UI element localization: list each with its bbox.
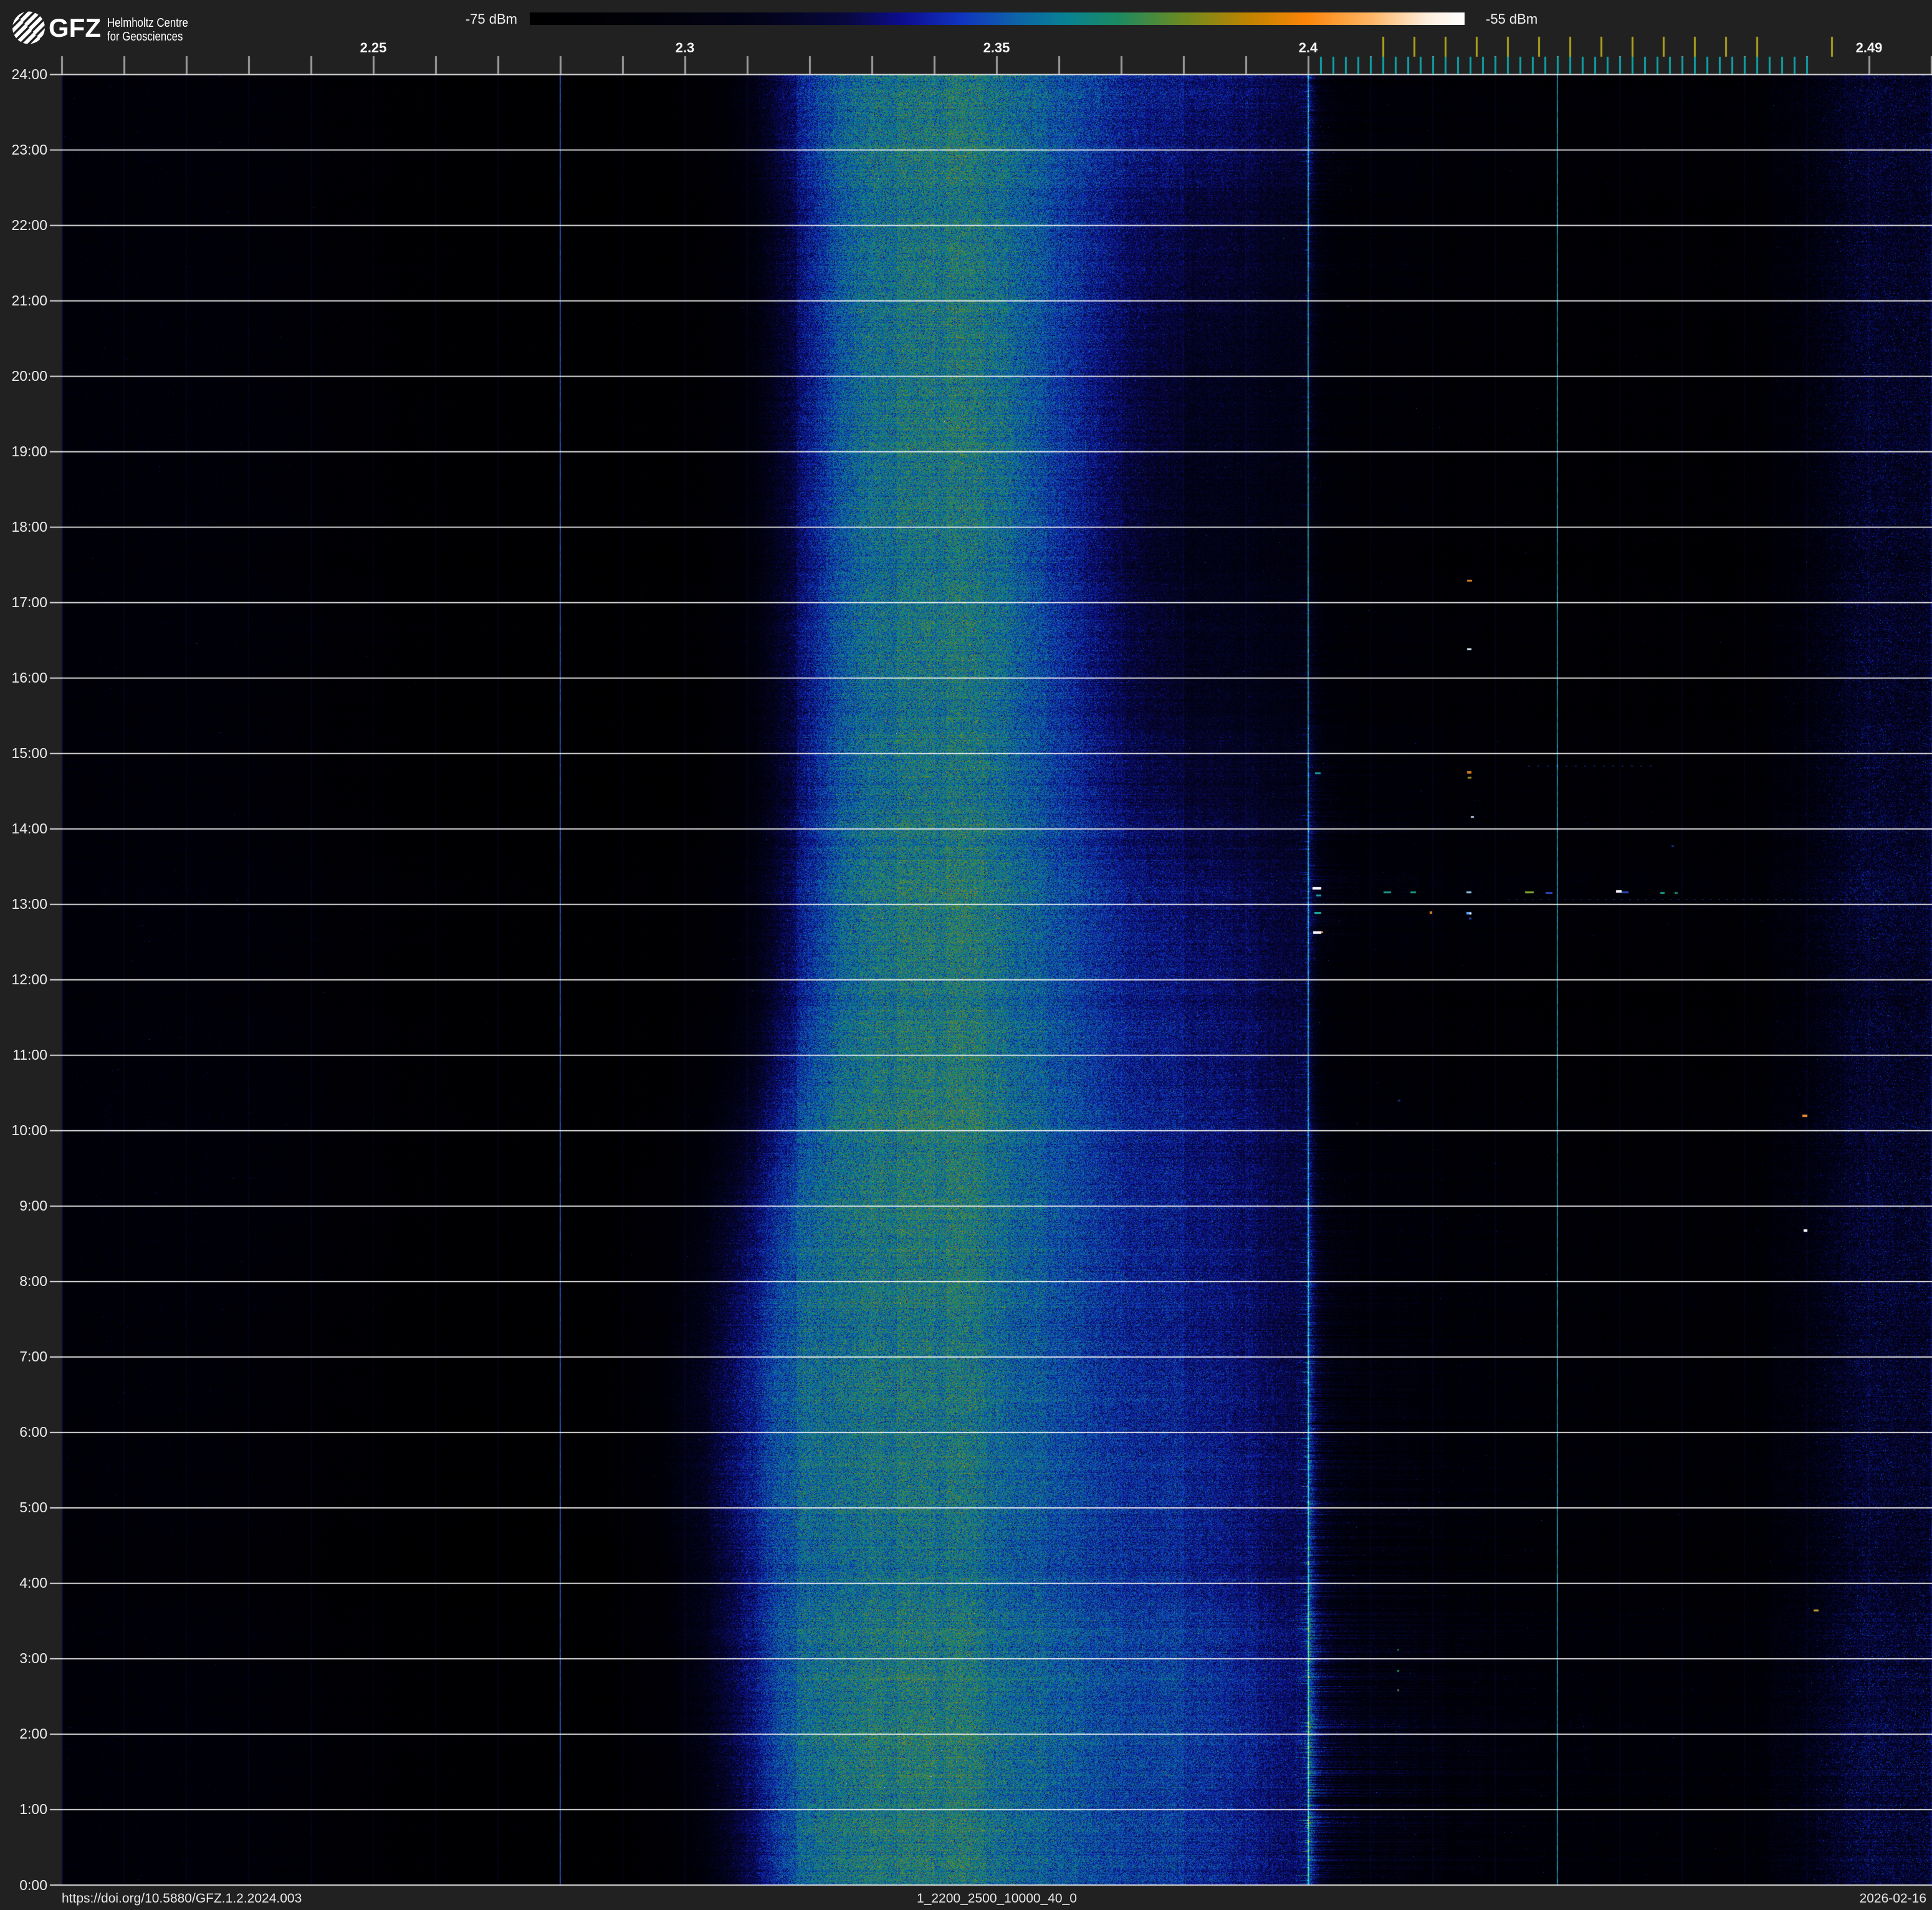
- colorbar-max-label: -55 dBm: [1486, 11, 1538, 27]
- time-label-11-00: 11:00: [12, 1047, 47, 1063]
- time-label-23-00: 23:00: [11, 142, 47, 158]
- time-label-12-00: 12:00: [11, 971, 47, 988]
- time-label-15-00: 15:00: [11, 745, 47, 762]
- time-label-24-00: 24:00: [11, 66, 47, 83]
- time-label-10-00: 10:00: [11, 1122, 47, 1139]
- footer-dataset-title: 1_2200_2500_10000_40_0: [917, 1891, 1077, 1906]
- freq-label-2.25: 2.25: [360, 40, 387, 55]
- time-label-20-00: 20:00: [11, 368, 47, 385]
- logo-abbreviation: GFZ: [49, 13, 101, 42]
- colorbar-gradient: [530, 12, 1465, 25]
- time-label-21-00: 21:00: [11, 292, 47, 309]
- freq-label-2.35: 2.35: [983, 40, 1010, 55]
- logo-subtitle: Helmholtz Centre for Geosciences: [107, 16, 188, 44]
- time-label-17-00: 17:00: [11, 594, 47, 611]
- time-label-4-00: 4:00: [19, 1575, 47, 1591]
- footer-date: 2026-02-16: [1859, 1891, 1926, 1906]
- time-label-7-00: 7:00: [19, 1348, 47, 1365]
- freq-label-2.3: 2.3: [675, 40, 695, 55]
- spectrogram-canvas: [0, 0, 1932, 1910]
- logo-subtitle-line1: Helmholtz Centre: [107, 16, 188, 30]
- time-label-9-00: 9:00: [19, 1197, 47, 1214]
- freq-label-2.4: 2.4: [1298, 40, 1318, 55]
- time-label-2-00: 2:00: [19, 1725, 47, 1742]
- footer-doi-link[interactable]: https://doi.org/10.5880/GFZ.1.2.2024.003: [62, 1891, 302, 1906]
- time-label-16-00: 16:00: [11, 669, 47, 686]
- time-label-8-00: 8:00: [19, 1273, 47, 1290]
- time-label-5-00: 5:00: [19, 1499, 47, 1516]
- time-label-14-00: 14:00: [11, 820, 47, 837]
- time-label-0-00: 0:00: [19, 1876, 47, 1893]
- time-label-18-00: 18:00: [11, 519, 47, 535]
- time-label-22-00: 22:00: [11, 217, 47, 234]
- freq-label-2.49: 2.49: [1855, 40, 1883, 55]
- spectrogram-page: GFZ Helmholtz Centre for Geosciences -75…: [0, 0, 1932, 1910]
- time-label-1-00: 1:00: [19, 1801, 47, 1818]
- colorbar-min-label: -75 dBm: [465, 11, 517, 27]
- time-label-6-00: 6:00: [19, 1424, 47, 1441]
- logo-subtitle-line2: for Geosciences: [107, 30, 183, 44]
- time-label-13-00: 13:00: [11, 896, 47, 913]
- time-label-3-00: 3:00: [19, 1650, 47, 1667]
- time-label-19-00: 19:00: [11, 443, 47, 460]
